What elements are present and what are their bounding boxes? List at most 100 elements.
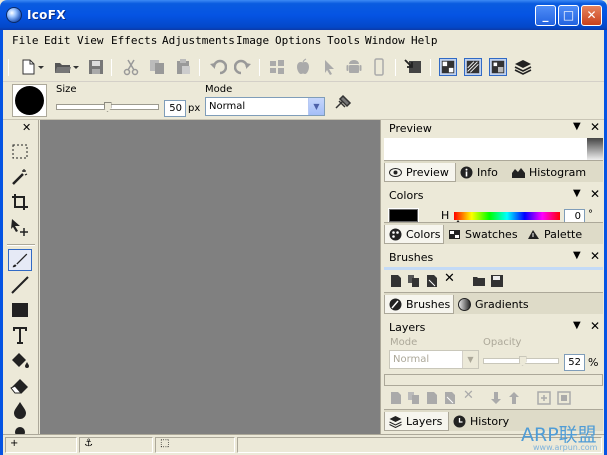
layer-mode-select[interactable]: Normal ▼ <box>389 350 479 369</box>
open-brush-folder-icon[interactable] <box>472 274 486 288</box>
windows-icon[interactable] <box>268 58 286 76</box>
delete-brush-icon[interactable]: ✕ <box>444 271 455 286</box>
editor-canvas[interactable] <box>40 120 380 434</box>
new-brush-icon[interactable] <box>389 274 403 288</box>
mode-select[interactable]: Normal ▼ <box>205 97 325 116</box>
brush-dot <box>15 86 44 115</box>
blur-drop-icon[interactable] <box>8 399 32 421</box>
brushes-list[interactable] <box>384 267 603 270</box>
brush-shape-preview[interactable] <box>12 84 47 117</box>
tab-palette[interactable]: Palette <box>523 225 602 244</box>
move-layer-up-icon[interactable] <box>507 391 521 405</box>
mobile-icon[interactable] <box>370 58 388 76</box>
size-slider-thumb[interactable] <box>103 102 112 112</box>
open-dropdown-icon[interactable] <box>72 58 80 76</box>
opacity-input[interactable]: 52 <box>564 354 585 371</box>
menu-view[interactable]: View <box>77 34 104 47</box>
text-icon[interactable] <box>8 324 32 346</box>
opacity-slider-thumb[interactable] <box>518 356 527 366</box>
overlay-toggle-icon[interactable] <box>489 58 507 76</box>
menu-help[interactable]: Help <box>411 34 438 47</box>
line-icon[interactable] <box>8 274 32 296</box>
cut-icon[interactable] <box>122 58 140 76</box>
eraser-icon[interactable] <box>8 374 32 396</box>
layers-panel-menu-icon[interactable]: ▼ <box>573 320 581 331</box>
menu-image[interactable]: Image <box>236 34 269 47</box>
open-icon[interactable] <box>54 58 72 76</box>
tab-swatches-label: Swatches <box>465 228 518 241</box>
paste-icon[interactable] <box>174 58 192 76</box>
duplicate-brush-icon[interactable] <box>407 274 421 288</box>
menu-file[interactable]: File <box>12 34 39 47</box>
grid-toggle-icon[interactable] <box>439 58 457 76</box>
menu-effects[interactable]: Effects <box>111 34 157 47</box>
antialias-brush-icon[interactable] <box>334 94 352 110</box>
redo-icon[interactable] <box>234 58 252 76</box>
tab-colors[interactable]: Colors <box>384 225 444 244</box>
layer-effects-icon[interactable] <box>557 391 571 405</box>
more-tools-icon[interactable] <box>8 422 32 434</box>
menu-options[interactable]: Options <box>275 34 321 47</box>
android-icon[interactable] <box>345 58 363 76</box>
new-icon[interactable] <box>19 58 37 76</box>
move-icon[interactable] <box>8 216 32 238</box>
apple-icon[interactable] <box>294 58 312 76</box>
tab-info[interactable]: Info <box>456 163 508 182</box>
magic-wand-icon[interactable] <box>8 166 32 188</box>
tab-swatches[interactable]: Swatches <box>444 225 523 244</box>
cursor-icon[interactable] <box>320 58 338 76</box>
copy-icon[interactable] <box>148 58 166 76</box>
merge-layer-icon[interactable] <box>425 391 439 405</box>
colors-panel-close-icon[interactable]: ✕ <box>590 187 600 201</box>
size-input[interactable]: 50 <box>164 100 186 117</box>
preview-scrollbar[interactable] <box>587 138 603 160</box>
tool-options-bar: Size 50 px Mode Normal ▼ <box>3 82 604 120</box>
maximize-button[interactable]: □ <box>558 5 579 26</box>
preview-panel-menu-icon[interactable]: ▼ <box>573 121 581 132</box>
save-brush-icon[interactable] <box>490 274 504 288</box>
menu-window[interactable]: Window <box>365 34 405 47</box>
preview-panel-close-icon[interactable]: ✕ <box>590 120 600 134</box>
crop-icon[interactable] <box>8 191 32 213</box>
brushes-panel-close-icon[interactable]: ✕ <box>590 249 600 263</box>
brush-icon[interactable] <box>8 249 32 271</box>
tool-palette-close-icon[interactable]: ✕ <box>22 121 31 134</box>
delete-layer-icon[interactable]: ✕ <box>463 388 474 403</box>
brush-tab-icon <box>389 298 402 311</box>
brushes-panel-menu-icon[interactable]: ▼ <box>573 250 581 261</box>
current-color-swatch[interactable] <box>388 208 419 223</box>
tab-preview[interactable]: Preview <box>384 163 456 182</box>
menu-adjustments[interactable]: Adjustments <box>162 34 235 47</box>
menu-edit[interactable]: Edit <box>44 34 71 47</box>
title-bar[interactable]: IcoFX _ □ ✕ <box>0 0 607 30</box>
move-layer-down-icon[interactable] <box>489 391 503 405</box>
extract-icon[interactable] <box>404 58 422 76</box>
fill-bucket-icon[interactable] <box>8 349 32 371</box>
save-icon[interactable] <box>87 58 105 76</box>
layer-properties-icon[interactable] <box>443 391 457 405</box>
chevron-down-icon[interactable]: ▼ <box>308 98 324 115</box>
tab-gradients[interactable]: Gradients <box>454 295 534 314</box>
chevron-down-icon[interactable]: ▼ <box>462 351 478 368</box>
new-dropdown-icon[interactable] <box>37 58 45 76</box>
new-layer-icon[interactable] <box>389 391 403 405</box>
duplicate-layer-icon[interactable] <box>407 391 421 405</box>
undo-icon[interactable] <box>209 58 227 76</box>
layers-list[interactable] <box>384 374 603 386</box>
tab-brushes[interactable]: Brushes <box>384 295 454 314</box>
brush-options-icon[interactable] <box>425 274 439 288</box>
transparency-toggle-icon[interactable] <box>464 58 482 76</box>
menu-tools[interactable]: Tools <box>327 34 360 47</box>
tab-history[interactable]: History <box>449 412 519 431</box>
layers-toolbar-icon[interactable] <box>514 58 532 76</box>
colors-panel-menu-icon[interactable]: ▼ <box>573 188 581 199</box>
tab-histogram[interactable]: Histogram <box>508 163 602 182</box>
close-button[interactable]: ✕ <box>581 5 602 26</box>
layers-panel-close-icon[interactable]: ✕ <box>590 319 600 333</box>
hue-slider[interactable] <box>454 212 560 220</box>
rectangle-icon[interactable] <box>8 299 32 321</box>
minimize-button[interactable]: _ <box>535 5 556 26</box>
layer-mask-icon[interactable] <box>537 391 551 405</box>
marquee-select-icon[interactable] <box>8 141 32 163</box>
tab-layers[interactable]: Layers <box>384 412 449 431</box>
